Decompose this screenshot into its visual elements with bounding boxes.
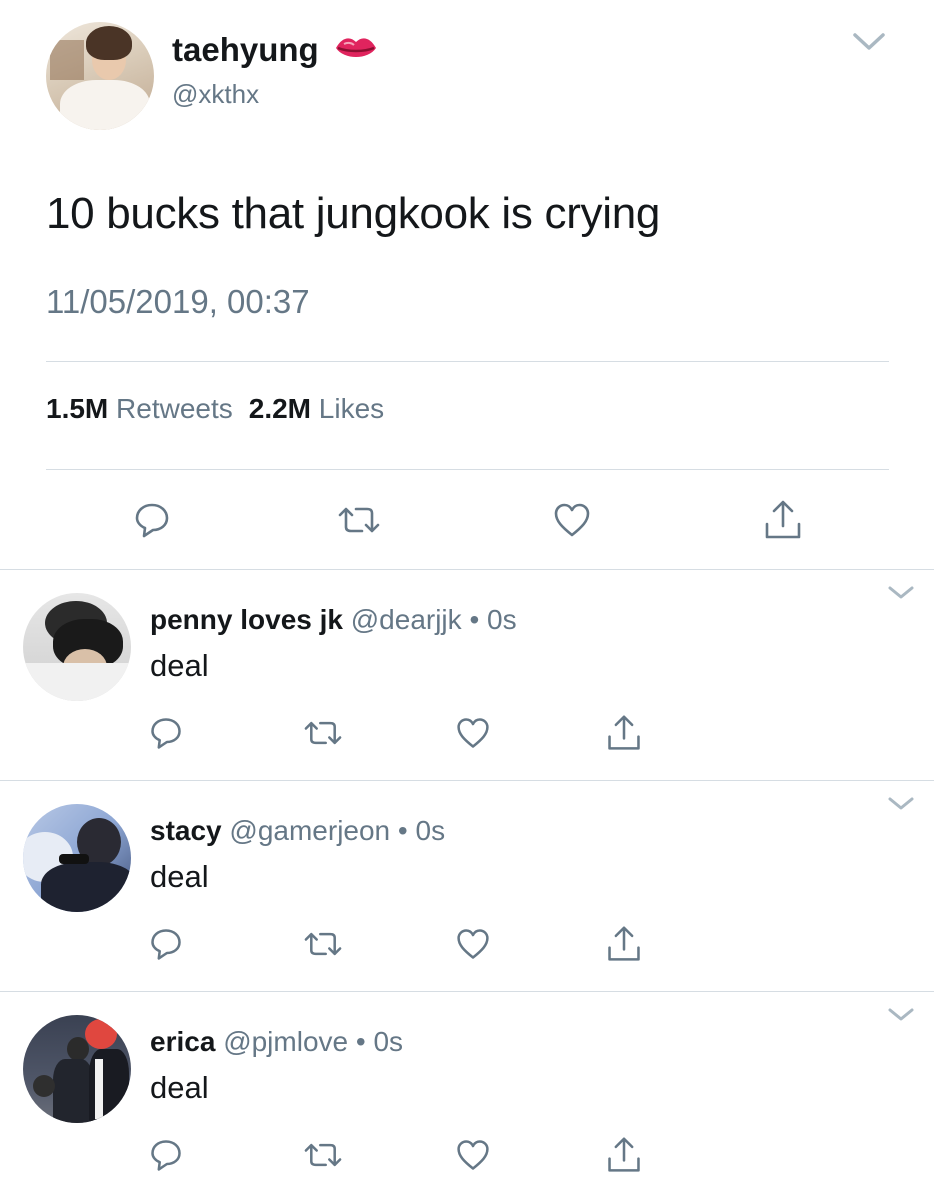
- reply-tweet[interactable]: penny loves jk @dearjjk • 0s deal: [0, 571, 934, 781]
- main-tweet-header: taehyung @xkthx: [46, 22, 896, 134]
- retweet-icon[interactable]: [303, 1137, 343, 1178]
- chevron-down-icon[interactable]: [887, 585, 915, 606]
- reply-icon[interactable]: [148, 715, 184, 756]
- avatar[interactable]: [23, 593, 131, 701]
- reply-author-name[interactable]: erica: [150, 1026, 215, 1057]
- author-name-row[interactable]: taehyung: [172, 30, 378, 72]
- avatar[interactable]: [23, 804, 131, 912]
- reply-author-line: erica @pjmlove • 0s: [150, 1025, 403, 1059]
- meta-separator: •: [469, 604, 480, 635]
- divider: [46, 469, 889, 470]
- share-icon[interactable]: [605, 1135, 643, 1180]
- reply-author-name[interactable]: stacy: [150, 815, 222, 846]
- tweet-text: 10 bucks that jungkook is crying: [46, 189, 661, 238]
- reply-text: deal: [150, 859, 209, 894]
- reply-text: deal: [150, 648, 209, 683]
- avatar[interactable]: [23, 1015, 131, 1123]
- divider: [0, 780, 934, 781]
- likes-label: Likes: [318, 393, 385, 424]
- reply-icon[interactable]: [148, 1137, 184, 1178]
- author-handle[interactable]: @xkthx: [172, 79, 259, 110]
- divider: [46, 361, 889, 362]
- reply-time: 0s: [373, 1026, 404, 1057]
- tweet-timestamp: 11/05/2019, 00:37: [46, 283, 310, 320]
- reply-time: 0s: [415, 815, 446, 846]
- divider: [0, 991, 934, 992]
- meta-separator: •: [355, 1026, 366, 1057]
- reply-text: deal: [150, 1070, 209, 1105]
- share-icon[interactable]: [762, 498, 804, 547]
- reply-time: 0s: [487, 604, 517, 635]
- chevron-down-icon[interactable]: [887, 1007, 915, 1028]
- reply-tweet[interactable]: erica @pjmlove • 0s deal: [0, 993, 934, 1200]
- retweets-count: 1.5M: [46, 393, 109, 424]
- author-name[interactable]: taehyung: [172, 31, 319, 68]
- like-icon[interactable]: [455, 1137, 491, 1178]
- share-icon[interactable]: [605, 713, 643, 758]
- reply-author-handle[interactable]: @pjmlove: [223, 1026, 348, 1057]
- retweets-stat[interactable]: 1.5M Retweets: [46, 393, 233, 424]
- retweet-icon[interactable]: [303, 926, 343, 967]
- reply-author-name[interactable]: penny loves jk: [150, 604, 343, 635]
- retweet-icon[interactable]: [337, 500, 381, 545]
- chevron-down-icon[interactable]: [852, 32, 886, 57]
- tweet-stats: 1.5M Retweets 2.2M Likes: [46, 392, 384, 426]
- reply-tweet[interactable]: stacy @gamerjeon • 0s deal: [0, 782, 934, 992]
- reply-author-line: stacy @gamerjeon • 0s: [150, 814, 445, 848]
- divider: [0, 569, 934, 570]
- retweets-label: Retweets: [116, 393, 233, 424]
- lips-kiss-icon: [334, 32, 378, 72]
- likes-count: 2.2M: [248, 393, 311, 424]
- reply-icon[interactable]: [132, 500, 172, 545]
- tweet-detail-screen: taehyung @xkthx 10 bucks that jungkook i…: [0, 0, 934, 1200]
- share-icon[interactable]: [605, 924, 643, 969]
- like-icon[interactable]: [455, 715, 491, 756]
- like-icon[interactable]: [455, 926, 491, 967]
- reply-author-handle[interactable]: @dearjjk: [351, 604, 462, 635]
- likes-stat[interactable]: 2.2M Likes: [249, 393, 384, 424]
- avatar[interactable]: [46, 22, 154, 130]
- reply-author-line: penny loves jk @dearjjk • 0s: [150, 603, 517, 637]
- reply-icon[interactable]: [148, 926, 184, 967]
- retweet-icon[interactable]: [303, 715, 343, 756]
- like-icon[interactable]: [552, 500, 592, 545]
- meta-separator: •: [397, 815, 408, 846]
- chevron-down-icon[interactable]: [887, 796, 915, 817]
- reply-author-handle[interactable]: @gamerjeon: [229, 815, 390, 846]
